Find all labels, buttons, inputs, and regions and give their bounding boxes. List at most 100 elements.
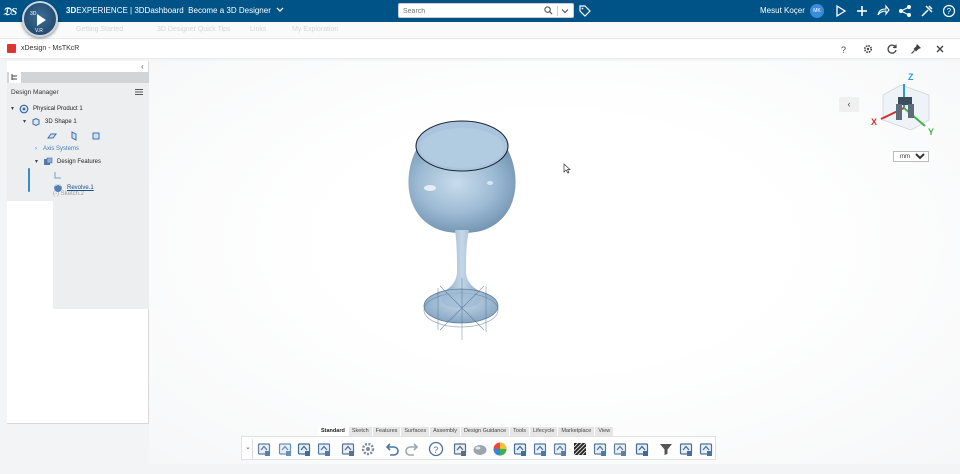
import-icon[interactable] [277,441,293,457]
texture-icon[interactable] [572,441,588,457]
reload-icon[interactable] [886,43,898,55]
render-icon[interactable] [634,441,650,457]
plane-zx-icon[interactable] [91,131,101,141]
tab-quick-tips[interactable]: 3D Designer Quick Tips [157,26,231,33]
axis-z-label: Z [908,72,914,82]
avatar[interactable]: MK [810,4,824,18]
material-icon[interactable] [472,441,488,457]
tab-tools[interactable]: Tools [510,427,530,436]
zoom-fit-icon[interactable] [552,441,568,457]
chevron-down-icon[interactable]: ⌄ [245,443,251,451]
tree-item-sketch[interactable]: (-) Sketch.2 [53,169,195,309]
share-arrow-icon[interactable] [876,4,890,18]
export-icon[interactable] [698,441,714,457]
tab-links[interactable]: Links [250,26,266,33]
split-icon[interactable] [592,441,608,457]
wine-glass-model[interactable] [400,118,524,344]
brand-prefix: 3D [66,6,77,15]
filter-icon[interactable] [658,441,674,457]
settings-icon[interactable] [360,441,376,457]
tab-design-guidance[interactable]: Design Guidance [460,427,511,436]
save-icon[interactable] [296,441,312,457]
tree-icon [11,74,17,80]
tab-sketch[interactable]: Sketch [348,427,373,436]
tree-item-label: Design Features [57,158,102,165]
chevron-down-icon[interactable] [276,7,284,13]
tree-item-label: 3D Shape 1 [45,118,77,125]
xdesign-app-icon [7,44,16,53]
3d-viewport[interactable] [149,61,960,464]
tab-my-exploration[interactable]: My Exploration [292,26,338,33]
svg-text:?: ? [841,45,846,55]
tab-assembly[interactable]: Assembly [430,427,461,436]
tab-standard[interactable]: Standard [318,427,349,436]
compass-tool-icon[interactable] [532,441,548,457]
help-icon[interactable]: ? [428,441,444,457]
mouse-cursor-icon [563,163,571,174]
feature-rollback-bar[interactable] [28,168,30,192]
compass-widget[interactable]: 3D V.R [22,1,58,37]
close-icon[interactable] [934,43,946,55]
unit-select[interactable]: mm [893,151,929,162]
color-icon[interactable] [492,441,508,457]
product-icon [19,104,29,113]
tree-item-3d-shape[interactable]: ▾ 3D Shape 1 [23,116,77,127]
expand-icon[interactable]: ▾ [11,105,19,112]
redo-icon[interactable] [404,441,420,457]
user-name[interactable]: Mesut Koçer [760,6,805,15]
tree-item-design-features[interactable]: ▾ Design Features [35,156,101,167]
search-box[interactable] [398,3,574,18]
svg-text:?: ? [947,7,952,16]
pin-icon[interactable] [910,43,922,55]
tab-lifecycle[interactable]: Lifecycle [530,427,559,436]
search-icon[interactable] [544,6,553,15]
add-icon[interactable] [855,4,869,18]
menu-icon[interactable] [135,88,143,96]
refresh-icon[interactable] [316,441,332,457]
mass-icon[interactable] [612,441,628,457]
shape-icon [32,117,40,126]
features-icon [44,157,53,165]
expand-icon[interactable]: ▾ [35,158,43,165]
share-icon[interactable] [898,4,912,18]
tab-marketplace[interactable]: Marketplace [558,427,596,436]
help-icon[interactable]: ? [838,43,850,55]
tab-features[interactable]: Features [372,427,402,436]
compass-app-icon[interactable] [834,4,848,18]
sketch-icon [54,171,61,178]
tab-getting-started[interactable]: Getting Started [76,26,123,33]
tree-item-axis-systems[interactable]: › Axis Systems [35,143,79,154]
view-compass[interactable]: Z X Y [866,70,936,140]
tree-item-physical-product[interactable]: ▾ Physical Product 1 [11,103,83,114]
compass-3d-label: 3D [30,11,37,17]
section-icon[interactable] [452,441,468,457]
tree-tab[interactable] [9,72,21,83]
tag-icon[interactable] [579,5,591,17]
brand: 3DEXPERIENCE | 3DDashboard Become a 3D D… [66,6,284,15]
capture-icon[interactable] [256,441,272,457]
collapse-panel-icon[interactable]: ‹ [141,62,149,72]
plane-xy-icon[interactable] [47,131,57,141]
expand-icon[interactable]: › [35,146,43,152]
undo-icon[interactable] [384,441,400,457]
plane-yz-icon[interactable] [69,130,79,141]
help-icon[interactable]: ? [942,4,956,18]
ds-logo[interactable]: 𝔇S [2,2,20,20]
tree-item-label: Physical Product 1 [33,105,83,112]
tab-view[interactable]: View [595,427,615,436]
gear-icon[interactable] [862,43,874,55]
tab-surfaces[interactable]: Surfaces [401,427,431,436]
tree-item-revolve[interactable]: Revolve.1 [53,182,94,193]
panel-tab-strip [7,72,149,83]
back-button[interactable]: ‹ [839,97,859,112]
convert-icon[interactable] [678,441,694,457]
expand-icon[interactable]: ▾ [23,118,31,125]
properties-icon[interactable] [340,441,356,457]
dashboard-name[interactable]: Become a 3D Designer [188,6,271,15]
chevron-down-icon[interactable] [561,7,569,15]
revolve-icon [54,183,62,192]
tools-icon[interactable] [920,4,934,18]
measure-icon[interactable] [512,441,528,457]
search-input[interactable] [403,6,533,16]
app-title: xDesign - MsTKcR [21,45,80,52]
